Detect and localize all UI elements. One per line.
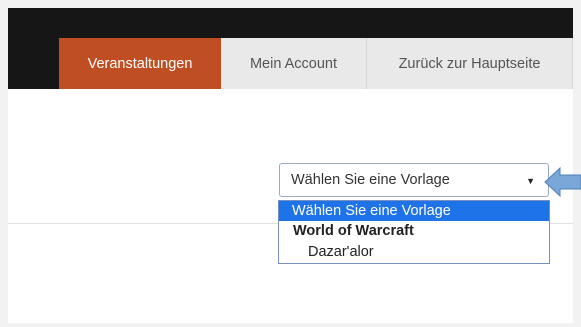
option-dazaralor[interactable]: Dazar'alor <box>279 242 549 263</box>
arrow-left-icon <box>544 166 581 198</box>
top-bar <box>8 8 573 38</box>
tab-mein-account[interactable]: Mein Account <box>221 38 367 89</box>
template-dropdown-list: Wählen Sie eine Vorlage World of Warcraf… <box>278 200 550 264</box>
optgroup-world-of-warcraft: World of Warcraft <box>293 223 414 239</box>
tab-veranstaltungen[interactable]: Veranstaltungen <box>59 38 221 89</box>
main-nav: Veranstaltungen Mein Account Zurück zur … <box>8 38 573 89</box>
template-select[interactable]: Wählen Sie eine Vorlage ▼ <box>279 163 549 197</box>
page: Veranstaltungen Mein Account Zurück zur … <box>8 8 573 323</box>
triangle-down-icon: ▼ <box>526 176 535 186</box>
option-choose-template[interactable]: Wählen Sie eine Vorlage <box>279 201 549 221</box>
screenshot-frame: Veranstaltungen Mein Account Zurück zur … <box>0 0 581 327</box>
tab-zurueck-zur-hauptseite[interactable]: Zurück zur Hauptseite <box>367 38 573 89</box>
template-select-value: Wählen Sie eine Vorlage <box>291 172 450 188</box>
